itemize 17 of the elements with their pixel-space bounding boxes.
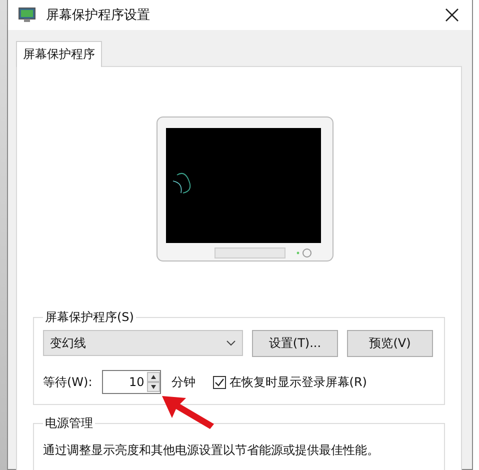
group-title: 电源管理: [44, 415, 94, 432]
chevron-down-icon: [226, 340, 236, 346]
arrow-drawing: [160, 394, 216, 430]
dialog-button[interactable]: 设置(T)...: [252, 330, 338, 357]
checkbox[interactable]: [213, 376, 226, 388]
window-title: 屏幕保护程序设置: [46, 7, 150, 24]
unit-label: 分钟: [171, 374, 196, 390]
monitor-icon: [18, 7, 36, 23]
wait-spinner[interactable]: 10: [102, 370, 162, 394]
close-icon: [445, 8, 459, 22]
wait-label: 等待(W):: [43, 374, 92, 390]
dialog-button[interactable]: 预览(V): [347, 330, 433, 357]
group-title: 屏幕保护程序(S): [44, 309, 135, 326]
screensaver-dropdown[interactable]: 变幻线: [43, 330, 243, 356]
tab[interactable]: 屏幕保护程序: [16, 41, 102, 67]
description-text: 通过调整显示亮度和其他电源设置以节省能源或提供最佳性能。: [43, 442, 380, 459]
checkbox-label: 在恢复时显示登录屏幕(R): [229, 374, 367, 390]
